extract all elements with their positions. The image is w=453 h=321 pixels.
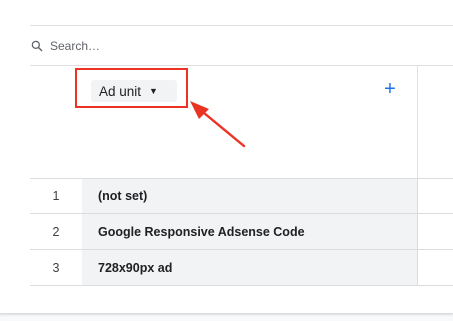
divider	[30, 65, 453, 66]
dimension-cell: 728x90px ad	[82, 250, 417, 285]
dimension-label: Ad unit	[99, 83, 142, 99]
add-dimension-button[interactable]: +	[379, 78, 401, 100]
dimension-cell: (not set)	[82, 179, 417, 213]
data-table: 1 (not set) 2 Google Responsive Adsense …	[30, 178, 453, 286]
arrow-annotation	[190, 101, 246, 148]
table-row[interactable]: 2 Google Responsive Adsense Code	[30, 214, 453, 250]
dimension-dropdown[interactable]: Ad unit ▼	[91, 80, 177, 102]
caret-down-icon: ▼	[149, 86, 158, 96]
table-card: Ad unit ▼ + 1 (not set) 2 Google Respons…	[0, 0, 453, 314]
cell-divider	[417, 179, 418, 213]
search-icon	[31, 40, 43, 52]
column-divider	[417, 65, 418, 178]
row-index: 3	[52, 260, 60, 275]
dimension-cell: Google Responsive Adsense Code	[82, 214, 417, 249]
table-row[interactable]: 1 (not set)	[30, 178, 453, 214]
table-row[interactable]: 3 728x90px ad	[30, 250, 453, 286]
search-input[interactable]	[50, 39, 250, 53]
divider	[30, 25, 453, 26]
cell-divider	[417, 250, 418, 285]
search-bar[interactable]	[30, 36, 250, 56]
cell-divider	[417, 214, 418, 249]
row-index: 2	[52, 224, 60, 239]
row-index: 1	[52, 189, 60, 203]
